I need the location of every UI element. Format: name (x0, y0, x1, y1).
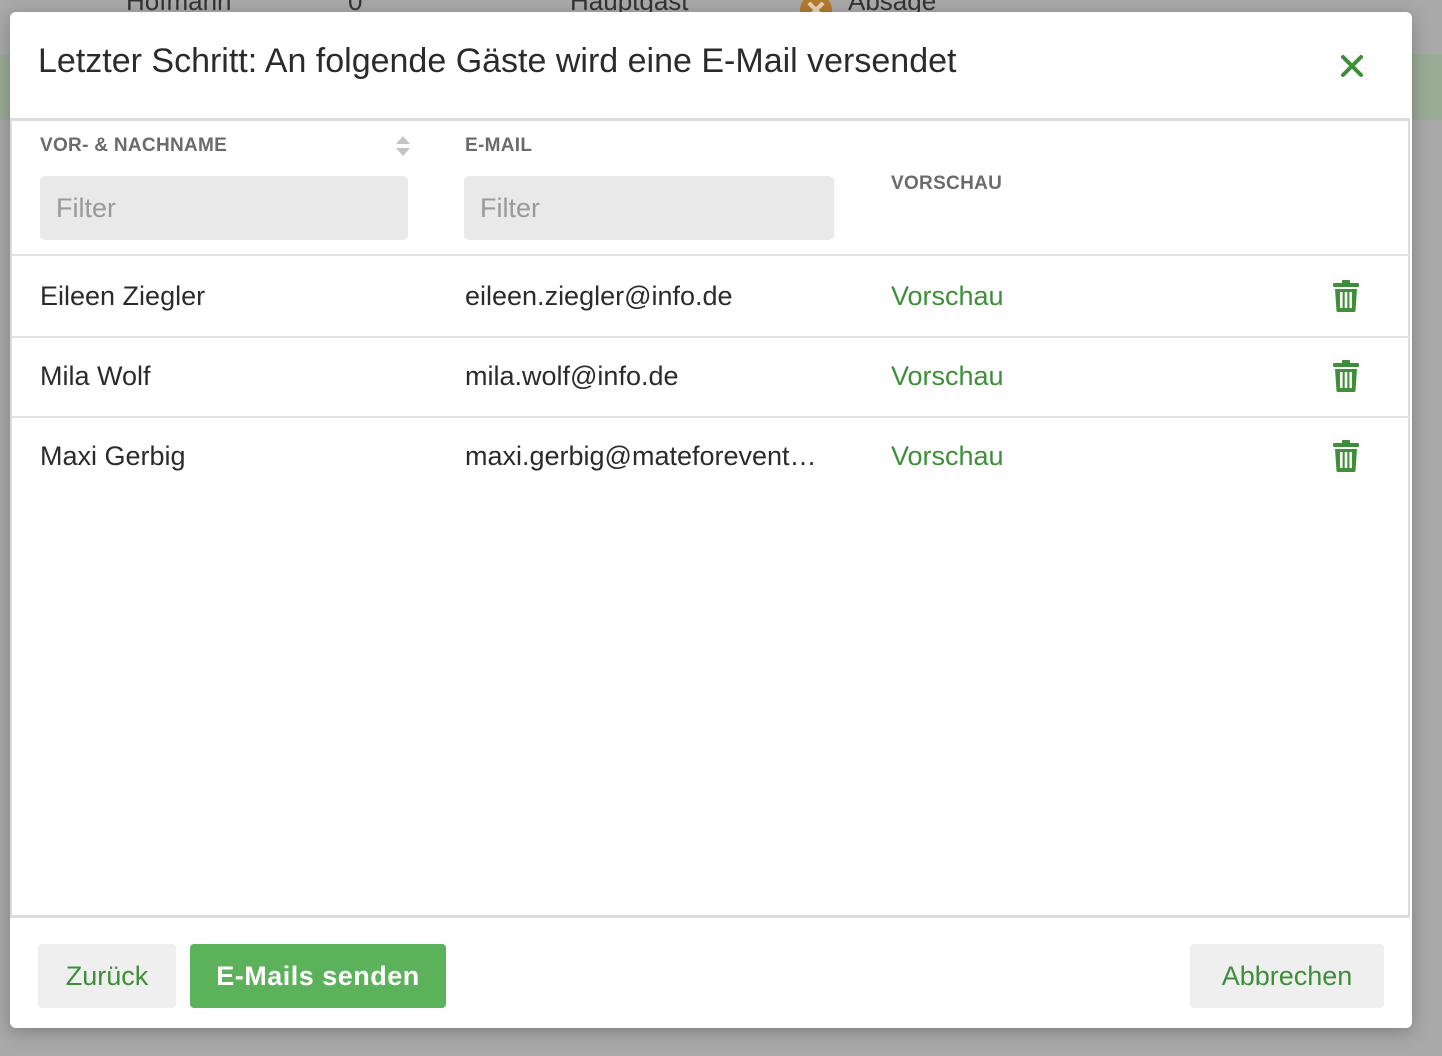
guest-email: maxi.gerbig@mateforevent… (465, 441, 817, 471)
trash-icon (1333, 360, 1359, 392)
cancel-button[interactable]: Abbrechen (1190, 944, 1384, 1008)
trash-icon (1333, 280, 1359, 312)
guest-table: VOR- & NACHNAME E-MAIL VORSCHAU Eileen Z… (10, 118, 1410, 918)
delete-button[interactable] (1332, 279, 1360, 313)
dialog-header: Letzter Schritt: An folgende Gäste wird … (10, 12, 1412, 118)
preview-link[interactable]: Vorschau (891, 441, 1004, 472)
guest-name: Mila Wolf (40, 361, 151, 391)
guest-email: mila.wolf@info.de (465, 361, 679, 391)
header-divider (12, 254, 1410, 256)
back-button[interactable]: Zurück (38, 944, 176, 1008)
column-header-email: E-MAIL (465, 135, 533, 156)
trash-icon (1333, 440, 1359, 472)
row-divider (12, 336, 1410, 338)
row-divider (12, 416, 1410, 418)
guest-name: Maxi Gerbig (40, 441, 186, 471)
preview-link[interactable]: Vorschau (891, 361, 1004, 392)
preview-link[interactable]: Vorschau (891, 281, 1004, 312)
email-filter-input[interactable] (464, 176, 834, 240)
guest-name: Eileen Ziegler (40, 281, 206, 311)
column-header-preview: VORSCHAU (891, 173, 1003, 194)
email-confirm-dialog: Letzter Schritt: An folgende Gäste wird … (10, 12, 1412, 1028)
column-header-name[interactable]: VOR- & NACHNAME (40, 135, 227, 157)
guest-email: eileen.ziegler@info.de (465, 281, 733, 311)
close-icon (1341, 55, 1363, 77)
sort-arrows-icon (396, 136, 410, 156)
sort-icon[interactable] (395, 134, 411, 158)
dialog-title: Letzter Schritt: An folgende Gäste wird … (38, 42, 957, 80)
name-filter-input[interactable] (40, 176, 408, 240)
delete-button[interactable] (1332, 439, 1360, 473)
close-button[interactable] (1336, 50, 1368, 82)
delete-button[interactable] (1332, 359, 1360, 393)
send-emails-button[interactable]: E-Mails senden (190, 944, 446, 1008)
dialog-footer: Zurück E-Mails senden Abbrechen (10, 918, 1412, 1028)
